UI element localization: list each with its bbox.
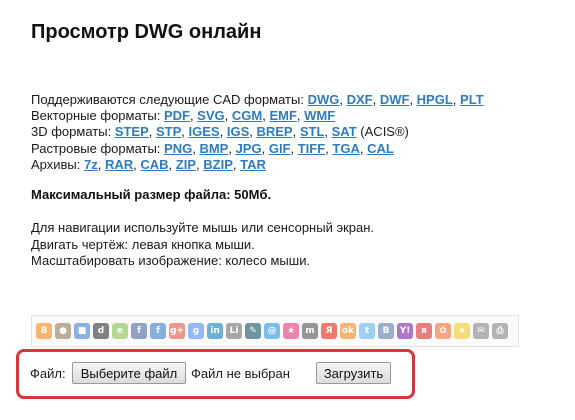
vkontakte-icon[interactable]: B [378, 323, 394, 339]
format-row-label: Растровые форматы: [31, 140, 165, 156]
format-link-step[interactable]: STEP [115, 124, 149, 139]
google-bookmarks-icon[interactable]: g [188, 323, 204, 339]
liveinternet-icon[interactable]: Li [226, 323, 242, 339]
no-file-selected-text: Файл не выбран [191, 366, 290, 381]
file-label: Файл: [30, 366, 66, 381]
format-link-igs[interactable]: IGS [227, 124, 249, 139]
format-link-rar[interactable]: RAR [105, 157, 133, 172]
supported-formats: Поддерживаются следующие CAD форматы: DW… [31, 92, 484, 173]
yahoo-icon[interactable]: Y! [397, 323, 413, 339]
format-link-sat[interactable]: SAT [332, 124, 357, 139]
format-link-cal[interactable]: CAL [367, 141, 394, 156]
format-link-cgm[interactable]: CGM [232, 108, 262, 123]
format-link-bmp[interactable]: BMP [199, 141, 228, 156]
max-file-size: Максимальный размер файла: 50Мб. [31, 187, 272, 202]
help-line-zoom: Масштабировать изображение: колесо мыши. [31, 253, 311, 268]
myspace-icon[interactable]: m [302, 323, 318, 339]
yaru-icon[interactable]: я [416, 323, 432, 339]
format-link-hpgl[interactable]: HPGL [417, 92, 453, 107]
format-row-label: Архивы: [31, 156, 84, 172]
delicious-icon[interactable]: ■ [74, 323, 90, 339]
format-row-archives: Архивы: 7z, RAR, CAB, ZIP, BZIP, TAR [31, 156, 266, 172]
format-link-tga[interactable]: TGA [332, 141, 359, 156]
format-row-3d: 3D форматы: STEP, STP, IGES, IGS, BREP, … [31, 124, 409, 140]
format-link-pdf[interactable]: PDF [164, 108, 190, 123]
format-row-label: Поддерживаются следующие CAD форматы: [31, 92, 308, 107]
format-link-dwg[interactable]: DWG [308, 92, 340, 107]
format-link-zip[interactable]: ZIP [176, 157, 196, 172]
format-link-stp[interactable]: STP [156, 124, 181, 139]
format-link-wmf[interactable]: WMF [304, 108, 335, 123]
format-link-7z[interactable]: 7z [84, 157, 98, 172]
format-link-plt[interactable]: PLT [460, 92, 484, 107]
format-link-emf[interactable]: EMF [269, 108, 296, 123]
format-link-svg[interactable]: SVG [197, 108, 224, 123]
format-row-vector: Векторные форматы: PDF, SVG, CGM, EMF, W… [31, 108, 336, 124]
format-link-dxf[interactable]: DXF [347, 92, 373, 107]
format-link-dwf[interactable]: DWF [380, 92, 410, 107]
help-line-pan: Двигать чертёж: левая кнопка мыши. [31, 236, 255, 252]
moikrug-icon[interactable]: ✿ [435, 323, 451, 339]
format-row-suffix: (ACIS®) [356, 124, 409, 140]
evernote-icon[interactable]: e [112, 323, 128, 339]
bobrdobr-icon[interactable]: ● [55, 323, 71, 339]
page-title: Просмотр DWG онлайн [31, 21, 262, 43]
format-link-brep[interactable]: BREP [256, 124, 292, 139]
format-link-bzip[interactable]: BZIP [203, 157, 233, 172]
format-link-iges[interactable]: IGES [189, 124, 220, 139]
format-link-jpg[interactable]: JPG [236, 141, 262, 156]
blogger-icon[interactable]: B [36, 323, 52, 339]
memori-icon[interactable]: ★ [283, 323, 299, 339]
googleplus-icon[interactable]: g+ [169, 323, 185, 339]
linkedin-icon[interactable]: in [207, 323, 223, 339]
odnoklassniki-icon[interactable]: ok [340, 323, 356, 339]
yandex-icon[interactable]: Я [321, 323, 337, 339]
favorites-icon[interactable]: ★ [454, 323, 470, 339]
format-row-label: Векторные форматы: [31, 108, 164, 124]
format-link-gif[interactable]: GIF [269, 141, 291, 156]
facebook-icon[interactable]: f [131, 323, 147, 339]
friendfeed-icon[interactable]: f [150, 323, 166, 339]
choose-file-button[interactable]: Выберите файл [72, 362, 186, 384]
share-bar: B ● ■ d e f f g+ g in Li ✎ @ ★ m Яok t B Y! я ✿ ★ ✉ ⎙ [31, 315, 519, 347]
help-line-navigation: Для навигации используйте мышь или сенсо… [31, 220, 375, 235]
format-row-cad: Поддерживаются следующие CAD форматы: DW… [31, 92, 484, 107]
twitter-icon[interactable]: t [359, 323, 375, 339]
format-row-raster: Растровые форматы: PNG, BMP, JPG, GIF, T… [31, 140, 394, 156]
email-icon[interactable]: ✉ [473, 323, 489, 339]
format-link-tiff[interactable]: TIFF [298, 141, 325, 156]
format-link-tar[interactable]: TAR [240, 157, 266, 172]
navigation-help: Для навигации используйте мышь или сенсо… [31, 220, 374, 270]
livejournal-icon[interactable]: ✎ [245, 323, 261, 339]
format-link-stl[interactable]: STL [300, 124, 325, 139]
digg-icon[interactable]: d [93, 323, 109, 339]
mail-icon[interactable]: @ [264, 323, 280, 339]
upload-button[interactable]: Загрузить [316, 362, 391, 384]
format-row-label: 3D форматы: [31, 124, 115, 140]
format-link-cab[interactable]: CAB [140, 157, 168, 172]
format-link-png[interactable]: PNG [164, 141, 192, 156]
print-icon[interactable]: ⎙ [492, 323, 508, 339]
